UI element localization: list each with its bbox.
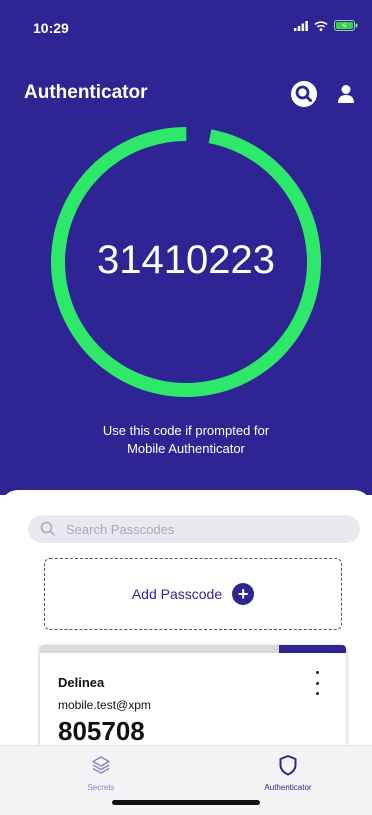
- code-hint: Use this code if prompted for Mobile Aut…: [0, 422, 372, 458]
- status-icons: [294, 20, 358, 31]
- search-button[interactable]: [290, 80, 318, 108]
- more-options-icon[interactable]: [310, 671, 324, 695]
- hero-panel: 10:29 Authenticator 31410223 Use this co…: [0, 0, 372, 495]
- tab-secrets-label: Secrets: [87, 783, 115, 792]
- search-input[interactable]: [66, 515, 336, 543]
- passcode-account: mobile.test@xpm: [58, 698, 151, 712]
- status-time: 10:29: [33, 20, 69, 36]
- signal-icon: [294, 20, 308, 31]
- wifi-icon: [314, 20, 328, 31]
- search-icon: [40, 521, 55, 536]
- passcode-card[interactable]: Delinea mobile.test@xpm 805708: [40, 645, 346, 755]
- battery-icon: [334, 20, 358, 31]
- shield-icon: [279, 755, 297, 776]
- passcode-timer-bar: [278, 645, 346, 653]
- passcode-name: Delinea: [58, 675, 105, 690]
- status-bar: 10:29: [0, 0, 372, 44]
- profile-button[interactable]: [332, 80, 360, 108]
- home-indicator: [112, 800, 260, 805]
- user-icon: [338, 85, 354, 103]
- passcode-code: 805708: [58, 716, 145, 746]
- tab-secrets[interactable]: Secrets: [41, 754, 161, 792]
- tab-authenticator-label: Authenticator: [264, 783, 312, 792]
- add-passcode-button[interactable]: Add Passcode +: [44, 558, 342, 630]
- add-passcode-label: Add Passcode: [131, 586, 223, 602]
- code-hint-line-1: Use this code if prompted for: [102, 423, 270, 438]
- search-bar: [28, 515, 360, 543]
- app-header: Authenticator: [0, 76, 372, 112]
- code-hint-line-2: Mobile Authenticator: [127, 441, 245, 456]
- tab-authenticator[interactable]: Authenticator: [228, 754, 348, 792]
- search-icon: [291, 81, 317, 107]
- layers-icon: [92, 756, 110, 774]
- passcode-timer-track: [40, 645, 346, 653]
- plus-icon: +: [232, 583, 255, 605]
- main-passcode: 31410223: [97, 238, 275, 282]
- page-title: Authenticator: [24, 82, 148, 103]
